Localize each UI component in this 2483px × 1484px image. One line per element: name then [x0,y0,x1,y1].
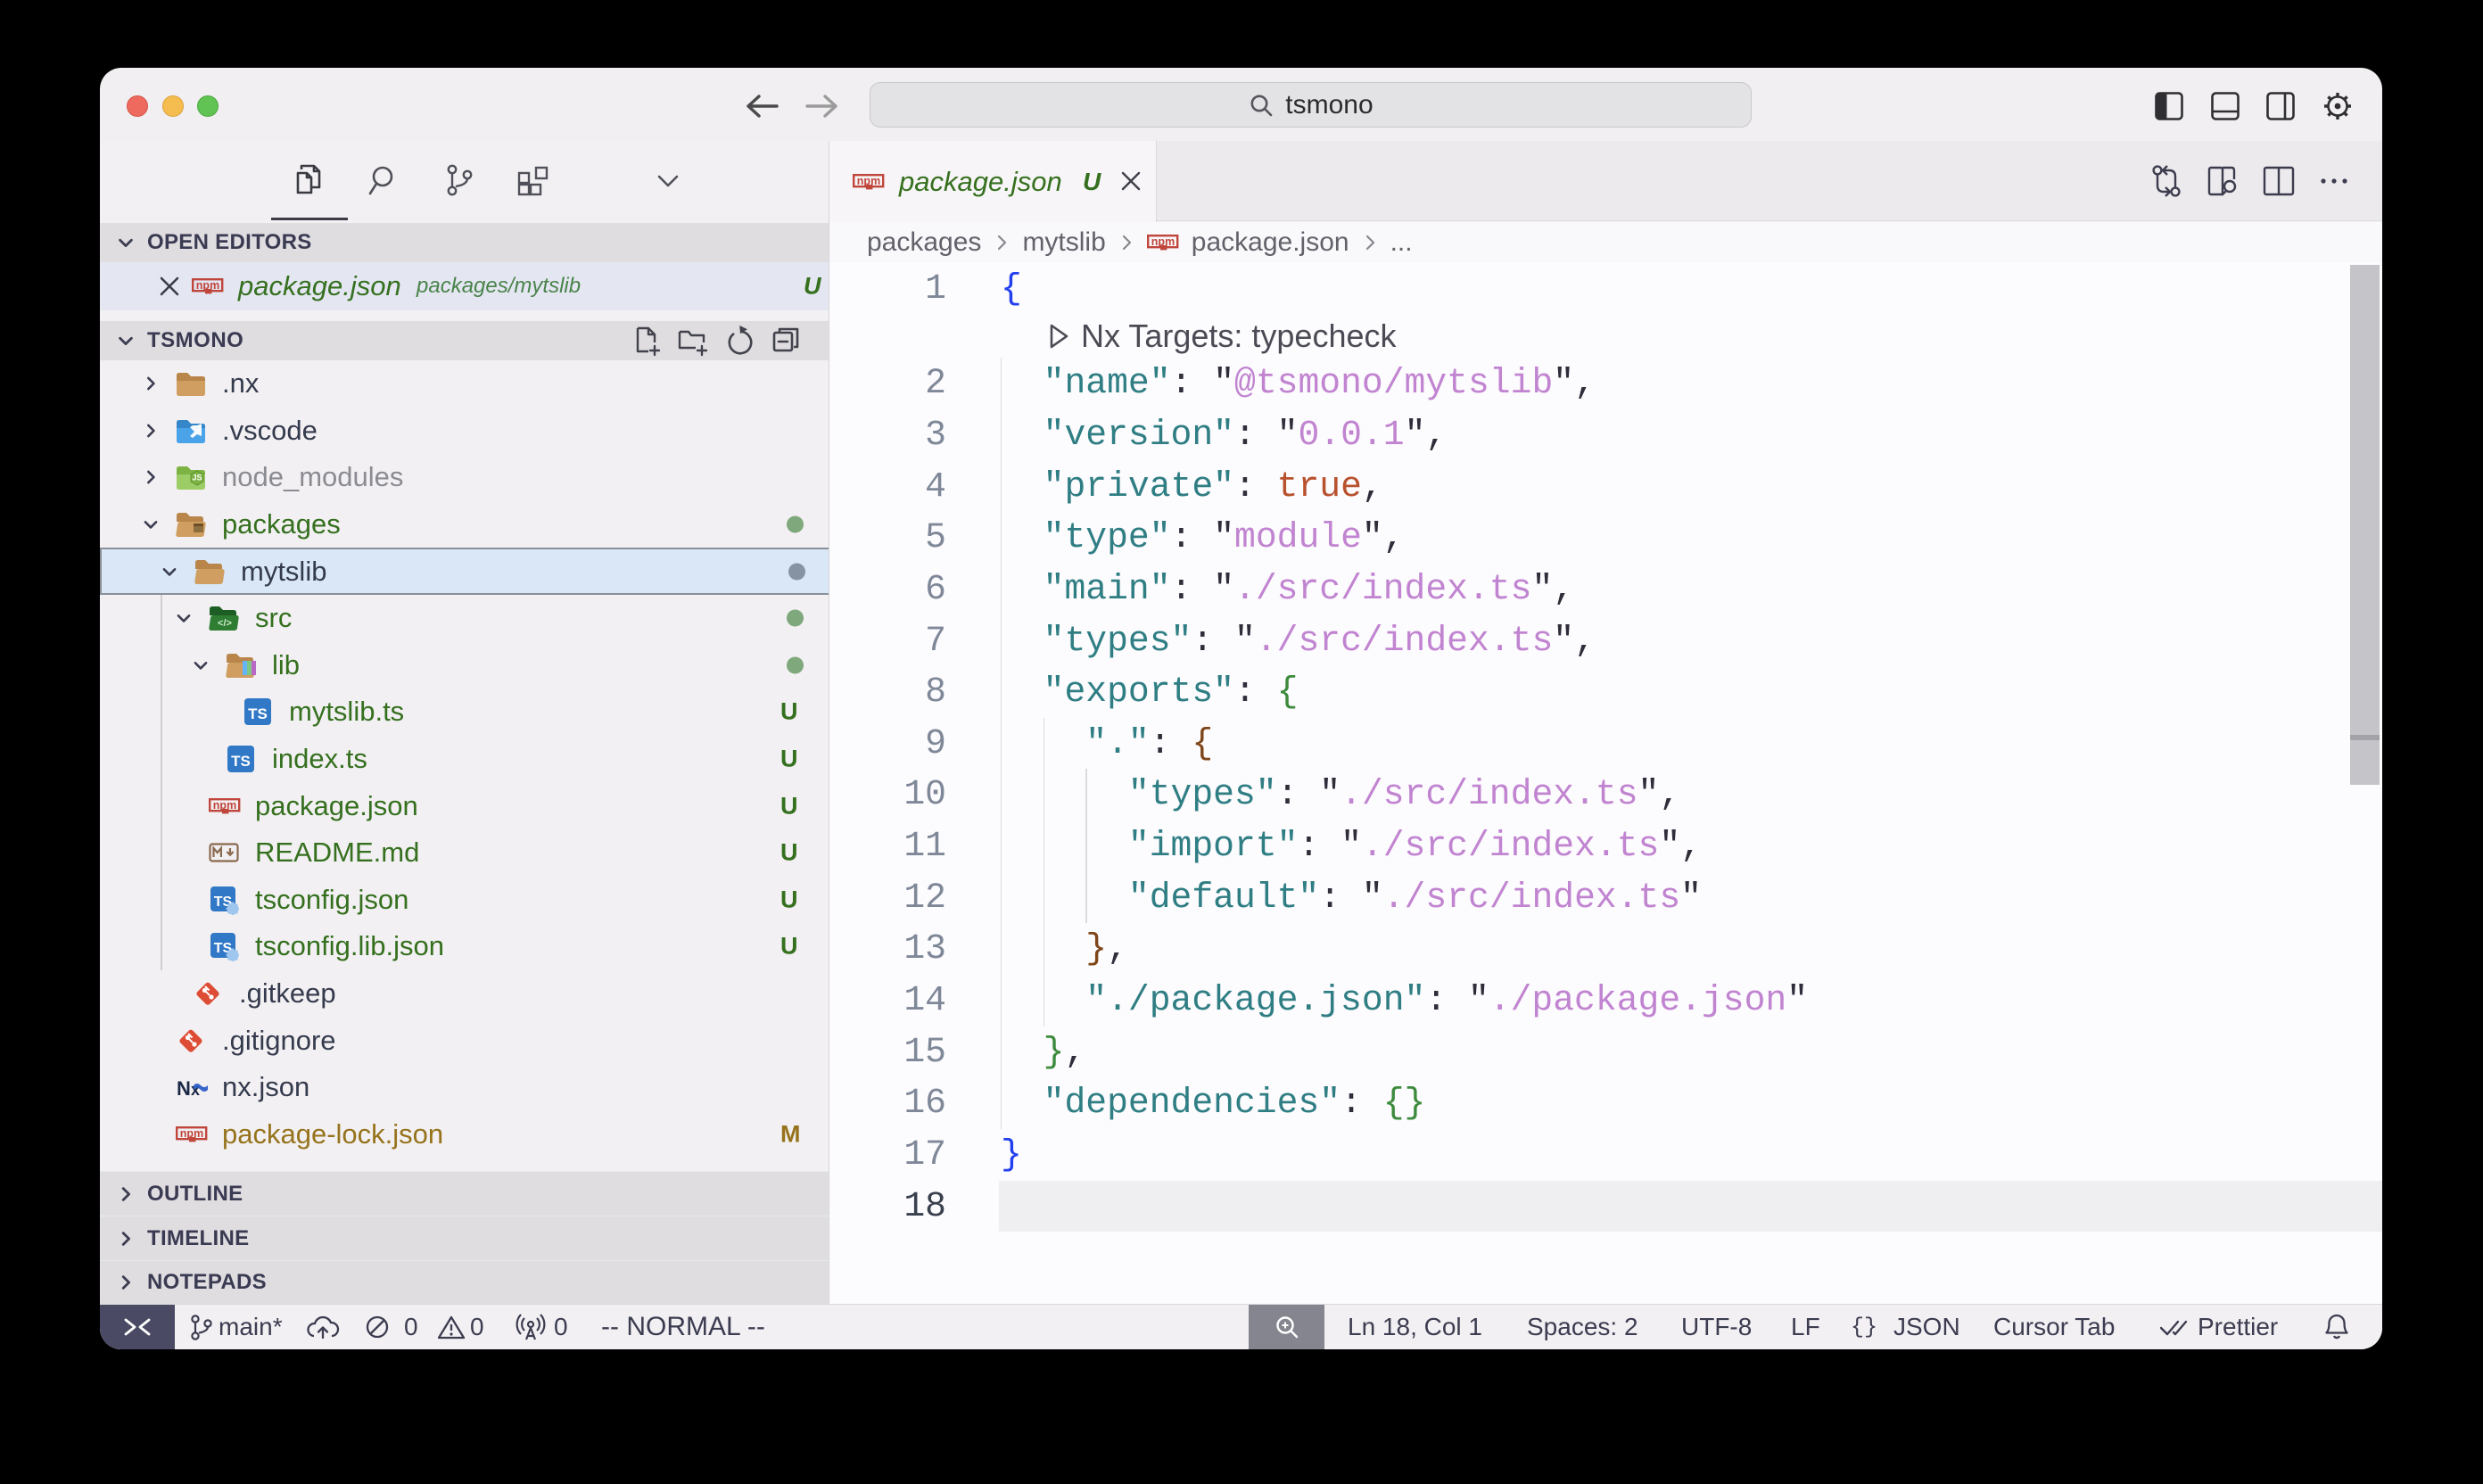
svg-text:N: N [177,1077,191,1100]
svg-text:TS: TS [248,705,268,722]
svg-text:npm: npm [857,175,880,187]
svg-text:</>: </> [218,618,232,629]
svg-text:npm: npm [180,1127,203,1140]
svg-text:npm: npm [196,279,219,292]
svg-text:npm: npm [213,799,236,812]
svg-text:TS: TS [231,753,251,770]
svg-text:npm: npm [1151,235,1175,248]
svg-text:JS: JS [192,474,202,482]
svg-text:x: x [191,1081,200,1099]
